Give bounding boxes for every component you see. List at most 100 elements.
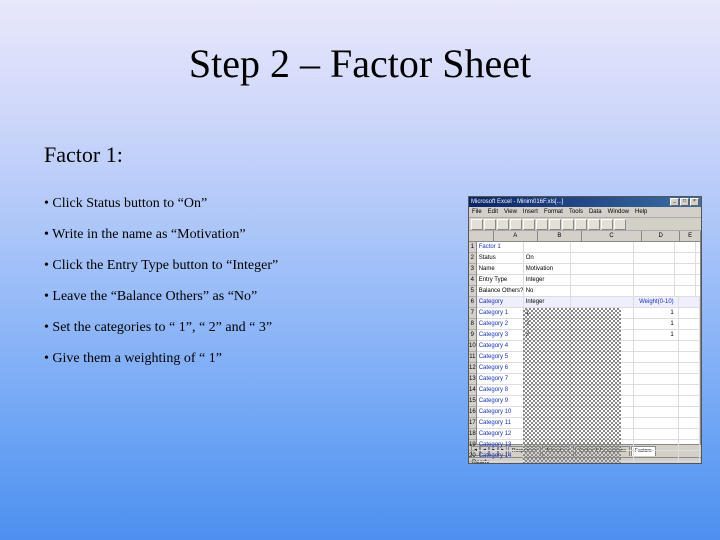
toolbar-button[interactable] bbox=[497, 219, 509, 230]
scroll-up-icon[interactable]: ▴ bbox=[701, 242, 702, 252]
row-header[interactable]: 15 bbox=[469, 396, 476, 407]
category-col-weight[interactable]: Weight(0-10) bbox=[634, 297, 679, 307]
menu-view[interactable]: View bbox=[504, 209, 517, 215]
prop-value[interactable]: No bbox=[524, 286, 571, 296]
category-label[interactable]: Category 12 bbox=[477, 429, 524, 439]
toolbar-button[interactable] bbox=[575, 219, 587, 230]
row-header[interactable]: 19 bbox=[469, 440, 476, 451]
col-header-c[interactable]: C bbox=[582, 231, 642, 241]
col-header-b[interactable]: B bbox=[538, 231, 582, 241]
toolbar-button[interactable] bbox=[562, 219, 574, 230]
scroll-thumb[interactable] bbox=[701, 252, 702, 284]
toolbar-button[interactable] bbox=[484, 219, 496, 230]
category-section: Category 111 Category 221 Category 331 C… bbox=[477, 308, 700, 464]
prop-label[interactable]: Status bbox=[477, 253, 524, 263]
select-all-corner[interactable] bbox=[469, 231, 494, 241]
category-label[interactable]: Category 9 bbox=[477, 396, 524, 406]
scroll-down-icon[interactable]: ▾ bbox=[701, 434, 702, 444]
category-label[interactable]: Category 1 bbox=[477, 308, 524, 318]
close-icon[interactable]: × bbox=[690, 198, 699, 206]
menu-format[interactable]: Format bbox=[544, 209, 563, 215]
toolbar-button[interactable] bbox=[549, 219, 561, 230]
toolbar-button[interactable] bbox=[471, 219, 483, 230]
embedded-screenshot: Microsoft Excel - Minim016F.xls[...] _ □… bbox=[468, 196, 702, 464]
col-header-e[interactable]: E bbox=[680, 231, 701, 241]
toolbar-button[interactable] bbox=[601, 219, 613, 230]
category-label[interactable]: Category 13 bbox=[477, 440, 524, 450]
row-header[interactable]: 1 bbox=[469, 242, 476, 253]
category-label[interactable]: Category 3 bbox=[477, 330, 524, 340]
row-header[interactable]: 5 bbox=[469, 286, 476, 297]
window-title-text: Microsoft Excel - Minim016F.xls[...] bbox=[471, 199, 563, 205]
maximize-icon[interactable]: □ bbox=[680, 198, 689, 206]
toolbar-button[interactable] bbox=[536, 219, 548, 230]
category-weight[interactable]: 1 bbox=[634, 319, 679, 329]
vertical-scrollbar[interactable]: ▴ ▾ bbox=[700, 242, 702, 444]
col-header-a[interactable]: A bbox=[494, 231, 538, 241]
minimize-icon[interactable]: _ bbox=[670, 198, 679, 206]
category-label[interactable]: Category 8 bbox=[477, 385, 524, 395]
menu-data[interactable]: Data bbox=[589, 209, 602, 215]
cell-grid[interactable]: Factor 1 Status On Name Motivation Entry… bbox=[477, 242, 700, 444]
row-header[interactable]: 11 bbox=[469, 352, 476, 363]
prop-value[interactable]: Integer bbox=[524, 275, 571, 285]
bullet-item: • Leave the “Balance Others” as “No” bbox=[44, 289, 404, 305]
prop-value[interactable]: Motivation bbox=[524, 264, 571, 274]
slide-subtitle: Factor 1: bbox=[44, 142, 123, 168]
row-header[interactable]: 14 bbox=[469, 385, 476, 396]
category-label[interactable]: Category 4 bbox=[477, 341, 524, 351]
window-titlebar: Microsoft Excel - Minim016F.xls[...] _ □… bbox=[469, 197, 701, 207]
menu-edit[interactable]: Edit bbox=[488, 209, 498, 215]
toolbar-button[interactable] bbox=[588, 219, 600, 230]
category-weight[interactable]: 1 bbox=[634, 330, 679, 340]
row-header[interactable]: 12 bbox=[469, 363, 476, 374]
category-label[interactable]: Category 11 bbox=[477, 418, 524, 428]
row-header[interactable]: 8 bbox=[469, 319, 476, 330]
col-header-d[interactable]: D bbox=[642, 231, 680, 241]
category-value[interactable]: 1 bbox=[524, 308, 571, 318]
menu-help[interactable]: Help bbox=[635, 209, 647, 215]
row-header[interactable]: 4 bbox=[469, 275, 476, 286]
factor-header-cell[interactable]: Factor 1 bbox=[477, 242, 524, 252]
row-header[interactable]: 3 bbox=[469, 264, 476, 275]
category-label[interactable]: Category 6 bbox=[477, 363, 524, 373]
row-header[interactable]: 20 bbox=[469, 451, 476, 462]
category-col-value[interactable]: Integer bbox=[524, 297, 571, 307]
bullet-item: • Set the categories to “ 1”, “ 2” and “… bbox=[44, 320, 404, 336]
category-label[interactable]: Category 7 bbox=[477, 374, 524, 384]
prop-value[interactable]: On bbox=[524, 253, 571, 263]
menu-tools[interactable]: Tools bbox=[569, 209, 583, 215]
row-header[interactable]: 13 bbox=[469, 374, 476, 385]
row-header[interactable]: 17 bbox=[469, 418, 476, 429]
row-header[interactable]: 2 bbox=[469, 253, 476, 264]
row-header[interactable]: 6 bbox=[469, 297, 476, 308]
toolbar-button[interactable] bbox=[510, 219, 522, 230]
scroll-track[interactable] bbox=[701, 252, 702, 434]
bullet-item: • Give them a weighting of “ 1” bbox=[44, 351, 404, 367]
category-label[interactable]: Category 2 bbox=[477, 319, 524, 329]
row-header[interactable]: 7 bbox=[469, 308, 476, 319]
category-value[interactable]: 2 bbox=[524, 319, 571, 329]
category-col-label[interactable]: Category bbox=[477, 297, 524, 307]
category-weight[interactable]: 1 bbox=[634, 308, 679, 318]
prop-label[interactable]: Name bbox=[477, 264, 524, 274]
row-header[interactable]: 18 bbox=[469, 429, 476, 440]
row-header[interactable]: 16 bbox=[469, 407, 476, 418]
slide: Step 2 – Factor Sheet Factor 1: • Click … bbox=[0, 0, 720, 540]
bullet-item: • Click Status button to “On” bbox=[44, 196, 404, 212]
row-headers: 1 2 3 4 5 6 7 8 9 10 11 12 13 14 15 16 1… bbox=[469, 242, 477, 444]
slide-title: Step 2 – Factor Sheet bbox=[0, 40, 720, 87]
menu-insert[interactable]: Insert bbox=[523, 209, 538, 215]
row-header[interactable]: 9 bbox=[469, 330, 476, 341]
menu-window[interactable]: Window bbox=[608, 209, 629, 215]
menu-file[interactable]: File bbox=[472, 209, 482, 215]
row-header[interactable]: 10 bbox=[469, 341, 476, 352]
prop-label[interactable]: Entry Type bbox=[477, 275, 524, 285]
category-label[interactable]: Category 14 bbox=[477, 451, 524, 461]
category-value[interactable]: 3 bbox=[524, 330, 571, 340]
toolbar-button[interactable] bbox=[614, 219, 626, 230]
prop-label[interactable]: Balance Others? bbox=[477, 286, 524, 296]
category-label[interactable]: Category 10 bbox=[477, 407, 524, 417]
toolbar-button[interactable] bbox=[523, 219, 535, 230]
category-label[interactable]: Category 5 bbox=[477, 352, 524, 362]
